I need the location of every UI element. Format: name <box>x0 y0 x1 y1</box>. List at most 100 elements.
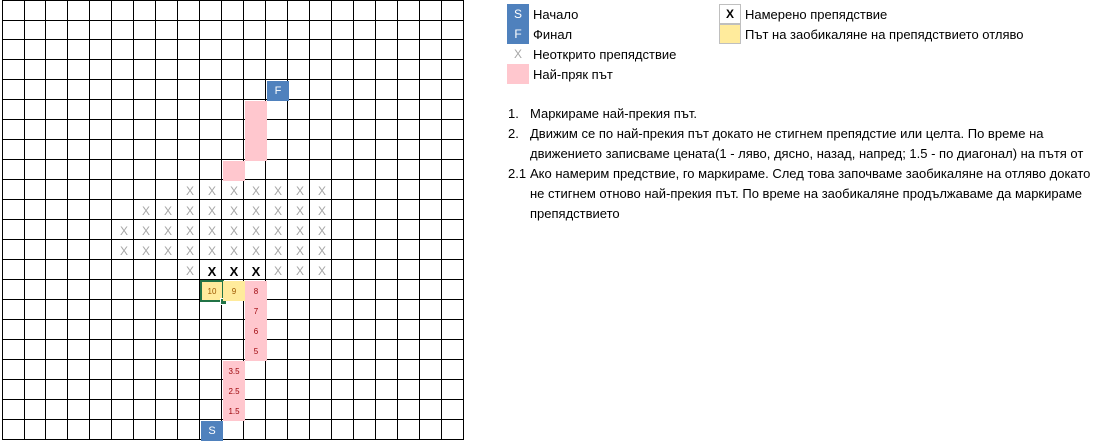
grid-cell[interactable] <box>134 40 156 60</box>
grid-cell[interactable] <box>112 300 134 320</box>
shortest-path-cell[interactable] <box>245 101 267 121</box>
grid-cell[interactable] <box>2 420 25 440</box>
grid-cell[interactable] <box>398 220 420 240</box>
grid-cell[interactable] <box>68 220 90 240</box>
grid-cell[interactable] <box>46 400 68 420</box>
grid-cell[interactable] <box>398 0 420 21</box>
grid-cell[interactable] <box>244 380 266 400</box>
grid-cell[interactable] <box>288 380 310 400</box>
shortest-path-cell[interactable]: 2.5 <box>223 381 245 401</box>
grid-cell[interactable] <box>134 420 156 440</box>
end-cell[interactable]: F <box>267 81 289 101</box>
grid-cell[interactable] <box>68 40 90 60</box>
grid-cell[interactable] <box>332 40 354 60</box>
grid-cell[interactable] <box>200 300 222 320</box>
grid-cell[interactable] <box>68 260 90 280</box>
grid-cell[interactable] <box>156 140 178 160</box>
grid-cell[interactable] <box>90 100 112 120</box>
grid-cell[interactable] <box>442 400 464 420</box>
grid-cell[interactable] <box>134 0 156 21</box>
grid-cell[interactable] <box>332 300 354 320</box>
grid-cell[interactable] <box>90 360 112 380</box>
grid-cell[interactable] <box>376 300 398 320</box>
grid-cell[interactable] <box>376 260 398 280</box>
grid-cell[interactable] <box>354 300 376 320</box>
grid-cell[interactable] <box>200 400 222 420</box>
grid-cell[interactable] <box>398 100 420 120</box>
grid-cell[interactable] <box>354 40 376 60</box>
grid-cell[interactable] <box>24 140 46 160</box>
grid-cell[interactable] <box>200 80 222 100</box>
grid-cell[interactable] <box>2 400 25 420</box>
grid-cell[interactable] <box>376 240 398 260</box>
grid-cell[interactable] <box>442 220 464 240</box>
grid-cell[interactable] <box>24 280 46 300</box>
grid-cell[interactable] <box>2 280 25 300</box>
grid-cell[interactable] <box>24 160 46 180</box>
grid-cell[interactable] <box>310 400 332 420</box>
grid-cell[interactable] <box>288 20 310 40</box>
grid-cell[interactable] <box>200 320 222 340</box>
grid-cell[interactable] <box>354 120 376 140</box>
grid-cell[interactable] <box>68 60 90 80</box>
grid-cell[interactable] <box>332 140 354 160</box>
grid-cell[interactable] <box>222 60 244 80</box>
grid-cell[interactable] <box>90 60 112 80</box>
grid-cell[interactable] <box>68 140 90 160</box>
grid-cell[interactable] <box>46 420 68 440</box>
grid-cell[interactable] <box>310 0 332 21</box>
grid-cell[interactable] <box>112 380 134 400</box>
grid-cell[interactable] <box>178 160 200 180</box>
grid-cell[interactable] <box>46 320 68 340</box>
grid-cell[interactable] <box>398 340 420 360</box>
unknown-obstacle-cell[interactable]: X <box>289 201 311 221</box>
grid-cell[interactable] <box>178 420 200 440</box>
grid-cell[interactable] <box>24 0 46 21</box>
grid-cell[interactable] <box>332 0 354 21</box>
unknown-obstacle-cell[interactable]: X <box>245 201 267 221</box>
grid-cell[interactable] <box>420 320 442 340</box>
grid-cell[interactable] <box>112 320 134 340</box>
grid-cell[interactable] <box>156 60 178 80</box>
grid-cell[interactable] <box>134 120 156 140</box>
grid-cell[interactable] <box>222 80 244 100</box>
grid-cell[interactable] <box>244 60 266 80</box>
grid-cell[interactable] <box>24 220 46 240</box>
grid-cell[interactable] <box>24 380 46 400</box>
unknown-obstacle-cell[interactable]: X <box>223 181 245 201</box>
grid-cell[interactable] <box>112 100 134 120</box>
unknown-obstacle-cell[interactable]: X <box>157 241 179 261</box>
grid-cell[interactable] <box>24 20 46 40</box>
grid-cell[interactable] <box>398 300 420 320</box>
grid-cell[interactable] <box>376 20 398 40</box>
grid-cell[interactable] <box>90 220 112 240</box>
grid-cell[interactable] <box>24 60 46 80</box>
grid-cell[interactable] <box>222 100 244 120</box>
grid-cell[interactable] <box>376 320 398 340</box>
grid-cell[interactable] <box>200 0 222 21</box>
grid-cell[interactable] <box>46 120 68 140</box>
grid-cell[interactable] <box>178 380 200 400</box>
shortest-path-cell[interactable] <box>223 161 245 181</box>
grid-cell[interactable] <box>24 80 46 100</box>
grid-cell[interactable] <box>46 60 68 80</box>
grid-cell[interactable] <box>112 360 134 380</box>
grid-cell[interactable] <box>244 400 266 420</box>
unknown-obstacle-cell[interactable]: X <box>135 221 157 241</box>
grid-cell[interactable] <box>46 0 68 21</box>
grid-cell[interactable] <box>2 300 25 320</box>
unknown-obstacle-cell[interactable]: X <box>289 261 311 281</box>
grid-cell[interactable] <box>2 100 25 120</box>
grid-cell[interactable] <box>442 140 464 160</box>
grid-cell[interactable] <box>200 20 222 40</box>
grid-cell[interactable] <box>266 360 288 380</box>
grid-cell[interactable] <box>68 180 90 200</box>
shortest-path-cell[interactable] <box>245 141 267 161</box>
grid-cell[interactable] <box>178 20 200 40</box>
grid-cell[interactable] <box>376 400 398 420</box>
grid-cell[interactable] <box>222 340 244 360</box>
grid-cell[interactable] <box>420 0 442 21</box>
grid-cell[interactable] <box>266 400 288 420</box>
grid-cell[interactable] <box>332 240 354 260</box>
grid-cell[interactable] <box>398 260 420 280</box>
